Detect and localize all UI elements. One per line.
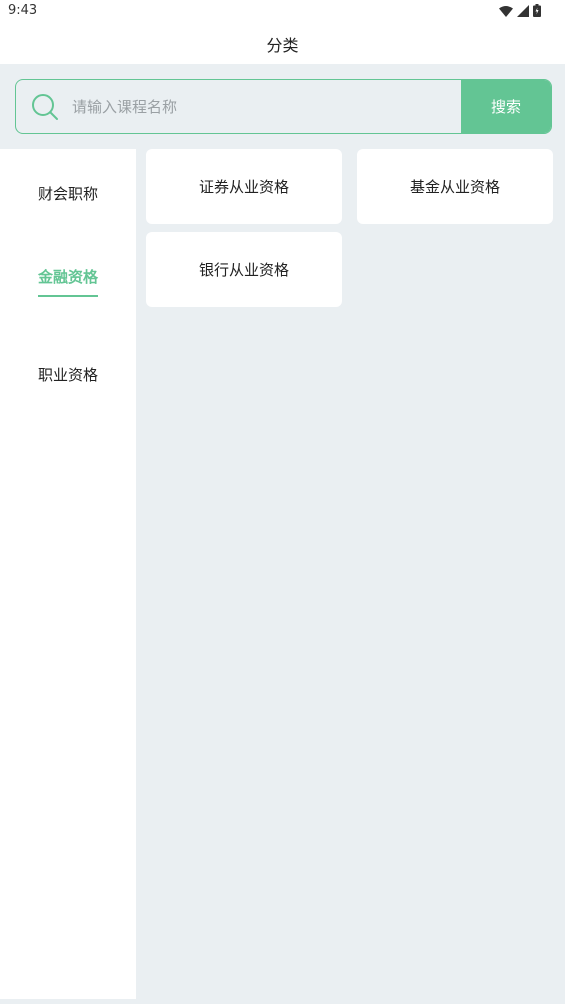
status-time: 9:43 [8, 3, 38, 18]
search-box: 搜索 [15, 79, 552, 134]
search-button[interactable]: 搜索 [461, 80, 551, 133]
category-sidebar: 财会职称 金融资格 职业资格 [0, 149, 136, 999]
sidebar-item-label: 金融资格 [37, 268, 98, 286]
wifi-icon [499, 2, 513, 21]
signal-icon [517, 2, 529, 21]
category-card-fund[interactable]: 基金从业资格 [357, 149, 553, 224]
header: 分类 [0, 24, 565, 64]
search-input[interactable] [72, 80, 452, 133]
sidebar-item-accounting-titles[interactable]: 财会职称 [0, 171, 136, 215]
search-area: 搜索 [0, 64, 565, 149]
status-icons [499, 2, 541, 21]
search-icon [30, 92, 60, 122]
sidebar-item-finance-qualifications[interactable]: 金融资格 [0, 254, 136, 298]
category-card-securities[interactable]: 证券从业资格 [146, 149, 342, 224]
bottom-edge [0, 999, 565, 1004]
app-screen: 9:43 分类 请输入课程名称 搜索 财会职称 金融资格 职业资格 证券从业资格… [0, 0, 565, 1004]
category-card-banking[interactable]: 银行从业资格 [146, 232, 342, 307]
active-indicator [38, 295, 98, 297]
status-bar: 9:43 [0, 0, 565, 24]
sidebar-item-label: 职业资格 [37, 366, 98, 384]
page-title: 分类 [266, 36, 299, 55]
sidebar-item-vocational-qualifications[interactable]: 职业资格 [0, 352, 136, 396]
subcategory-grid: 证券从业资格 基金从业资格 银行从业资格 [136, 149, 565, 999]
sidebar-item-label: 财会职称 [37, 185, 98, 203]
battery-icon [533, 2, 541, 21]
